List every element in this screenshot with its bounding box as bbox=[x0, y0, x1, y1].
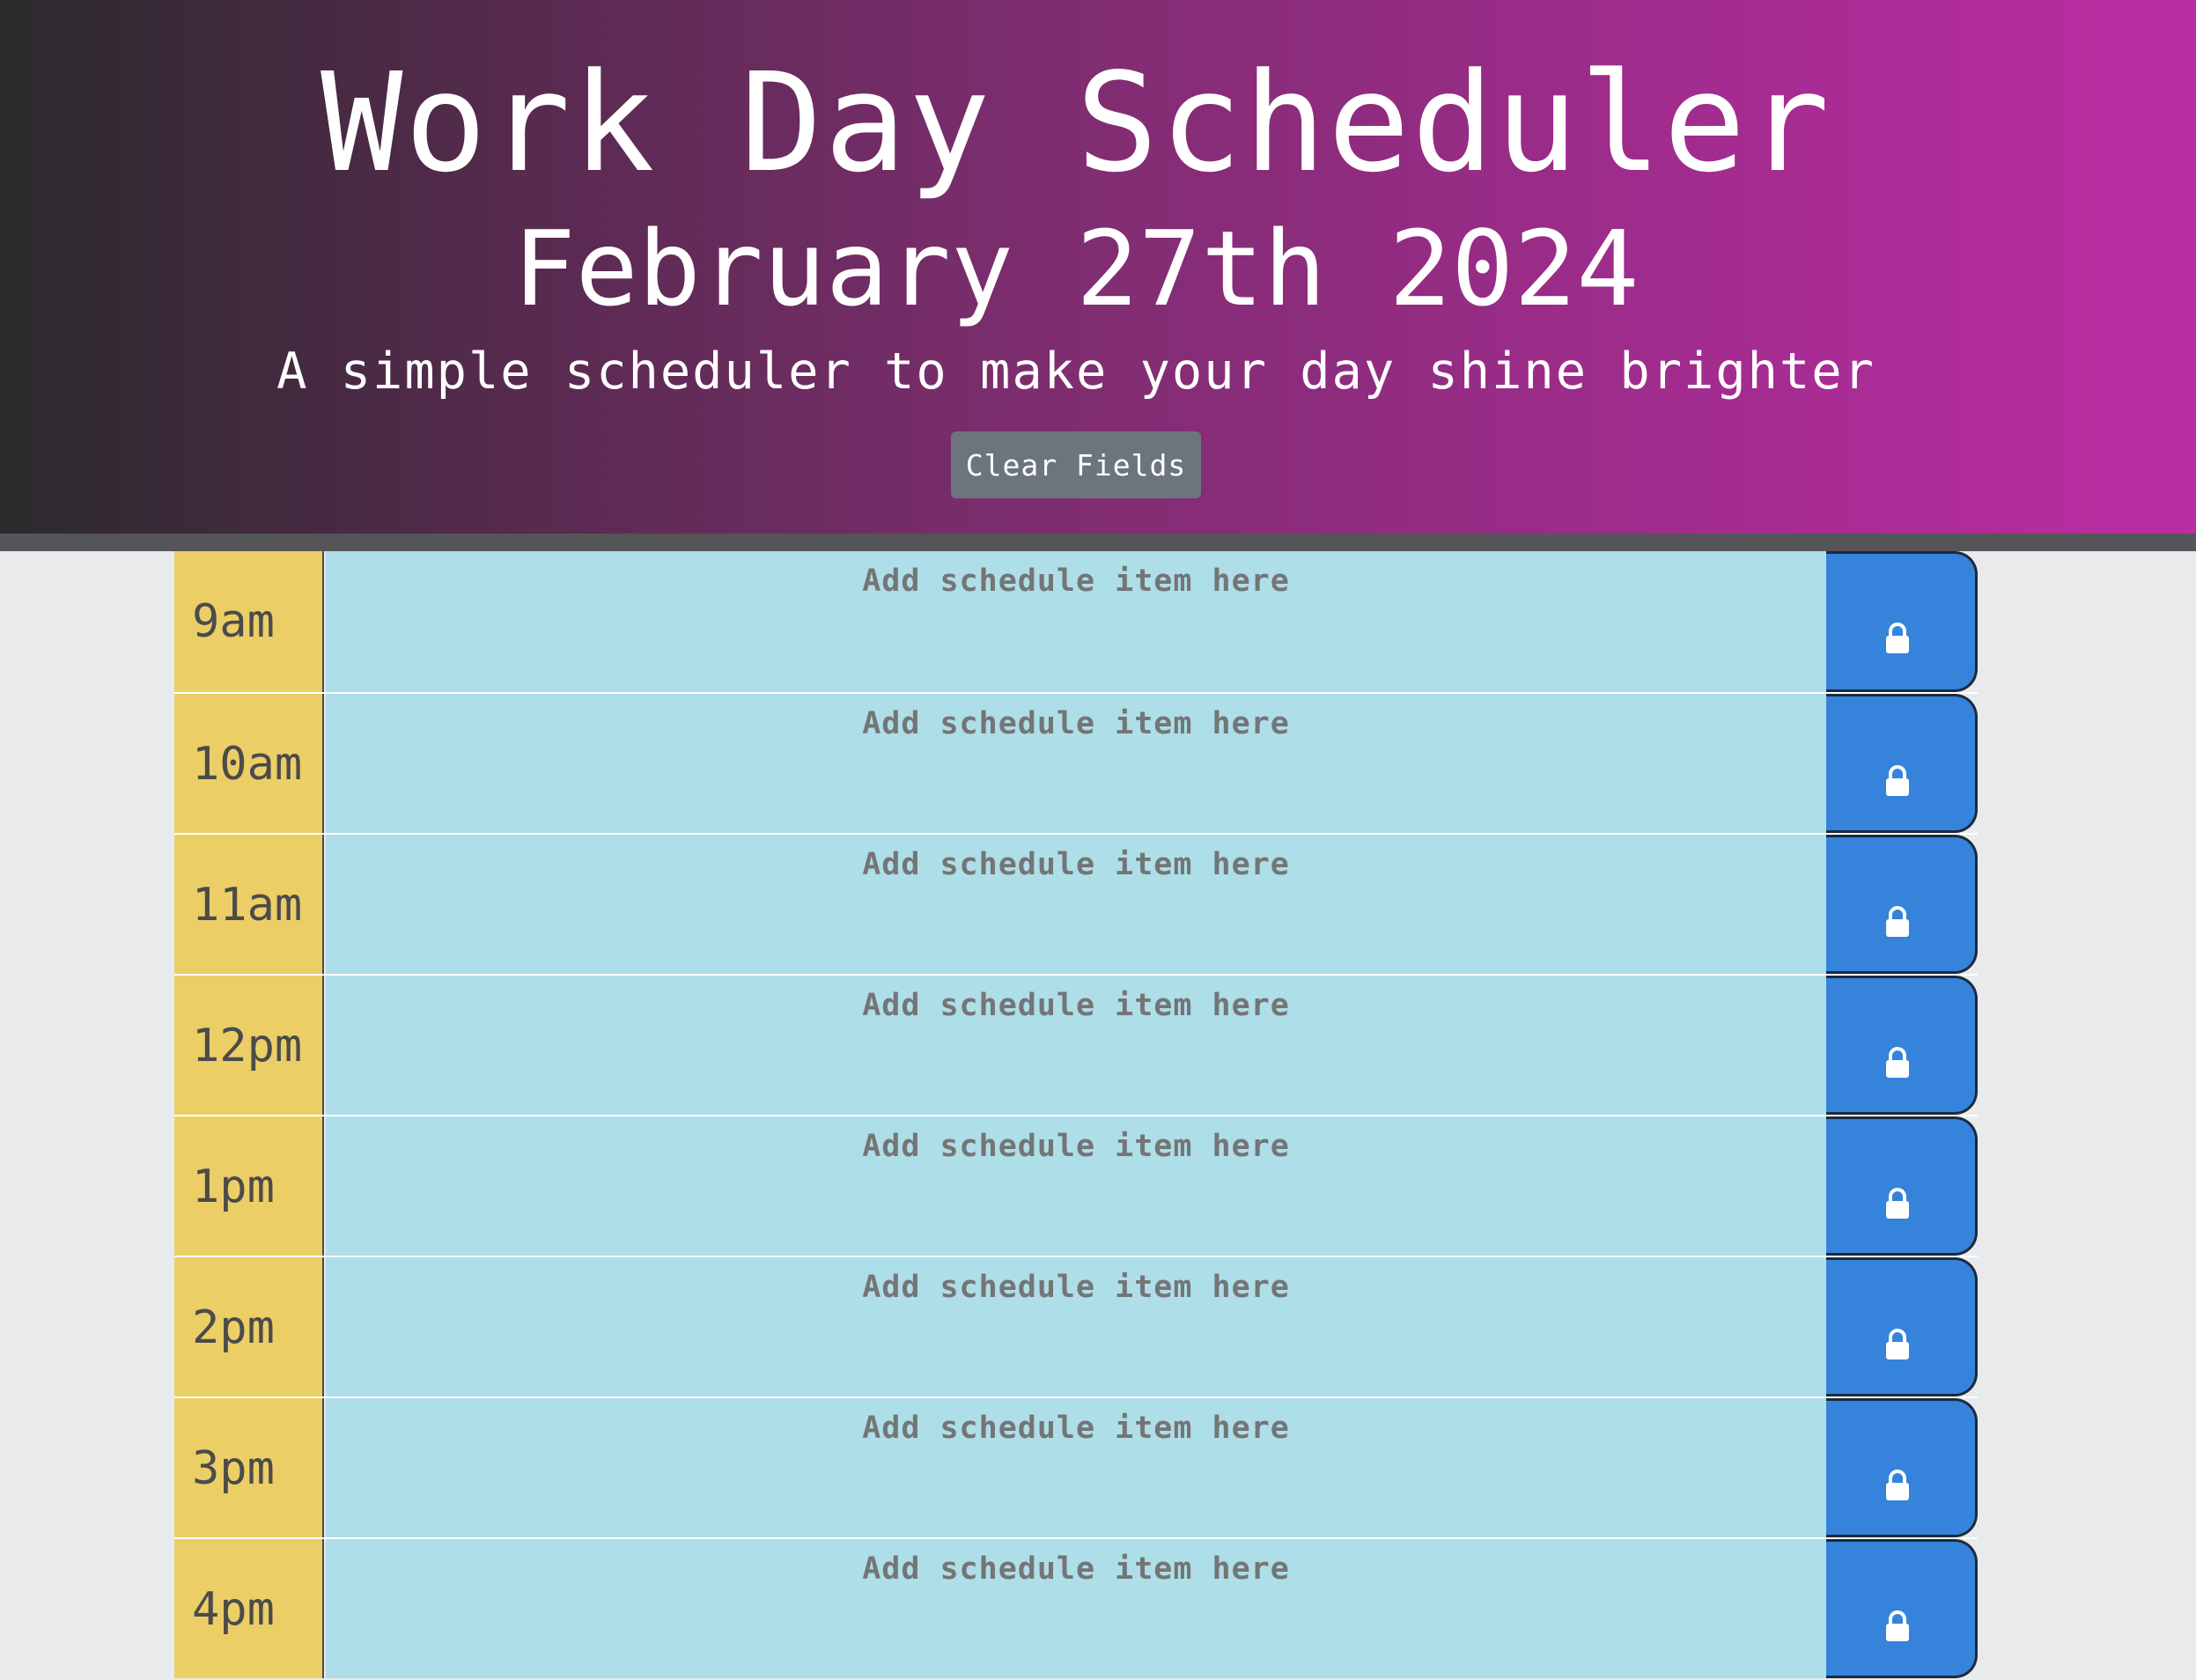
lock-icon bbox=[1886, 623, 1909, 653]
schedule-list: 9am 10am 11am 12pm 1pm 2pm bbox=[174, 551, 1978, 1678]
hour-label: 9am bbox=[174, 551, 324, 692]
time-block-row: 10am bbox=[174, 692, 1978, 833]
lock-icon bbox=[1886, 1470, 1909, 1500]
schedule-entry-field[interactable] bbox=[326, 1116, 1826, 1256]
time-block-row: 12pm bbox=[174, 974, 1978, 1115]
time-block-row: 9am bbox=[174, 551, 1978, 692]
time-block-row: 3pm bbox=[174, 1396, 1978, 1537]
lock-icon bbox=[1886, 1610, 1909, 1641]
lock-icon bbox=[1886, 1188, 1909, 1219]
schedule-entry-field[interactable] bbox=[326, 1539, 1826, 1678]
schedule-entry-field[interactable] bbox=[326, 1398, 1826, 1537]
tagline: A simple scheduler to make your day shin… bbox=[276, 343, 1875, 401]
lock-icon bbox=[1886, 1329, 1909, 1359]
lock-icon bbox=[1886, 1047, 1909, 1078]
schedule-entry-field[interactable] bbox=[326, 976, 1826, 1115]
hour-label: 1pm bbox=[174, 1116, 324, 1256]
lock-icon bbox=[1886, 765, 1909, 796]
save-button[interactable] bbox=[1826, 835, 1978, 974]
app-title: Work Day Scheduler bbox=[321, 43, 1831, 203]
schedule-entry-field[interactable] bbox=[326, 1257, 1826, 1396]
save-button[interactable] bbox=[1826, 1257, 1978, 1396]
save-button[interactable] bbox=[1826, 1539, 1978, 1678]
schedule-entry-field[interactable] bbox=[326, 694, 1826, 833]
save-button[interactable] bbox=[1826, 551, 1978, 692]
hour-label: 10am bbox=[174, 694, 324, 833]
save-button[interactable] bbox=[1826, 976, 1978, 1115]
time-block-row: 11am bbox=[174, 833, 1978, 974]
save-button[interactable] bbox=[1826, 1398, 1978, 1537]
time-block-row: 1pm bbox=[174, 1115, 1978, 1256]
schedule-entry-field[interactable] bbox=[326, 835, 1826, 974]
save-button[interactable] bbox=[1826, 1116, 1978, 1256]
hour-label: 3pm bbox=[174, 1398, 324, 1537]
hour-label: 4pm bbox=[174, 1539, 324, 1678]
hour-label: 2pm bbox=[174, 1257, 324, 1396]
lock-icon bbox=[1886, 906, 1909, 937]
hour-label: 11am bbox=[174, 835, 324, 974]
header-divider bbox=[0, 534, 2196, 551]
time-block-row: 4pm bbox=[174, 1537, 1978, 1678]
hour-label: 12pm bbox=[174, 976, 324, 1115]
page-header: Work Day Scheduler February 27th 2024 A … bbox=[0, 0, 2196, 534]
save-button[interactable] bbox=[1826, 694, 1978, 833]
current-date: February 27th 2024 bbox=[512, 208, 1640, 329]
schedule-entry-field[interactable] bbox=[326, 551, 1826, 692]
time-block-row: 2pm bbox=[174, 1256, 1978, 1396]
clear-fields-button[interactable]: Clear Fields bbox=[951, 431, 1201, 498]
